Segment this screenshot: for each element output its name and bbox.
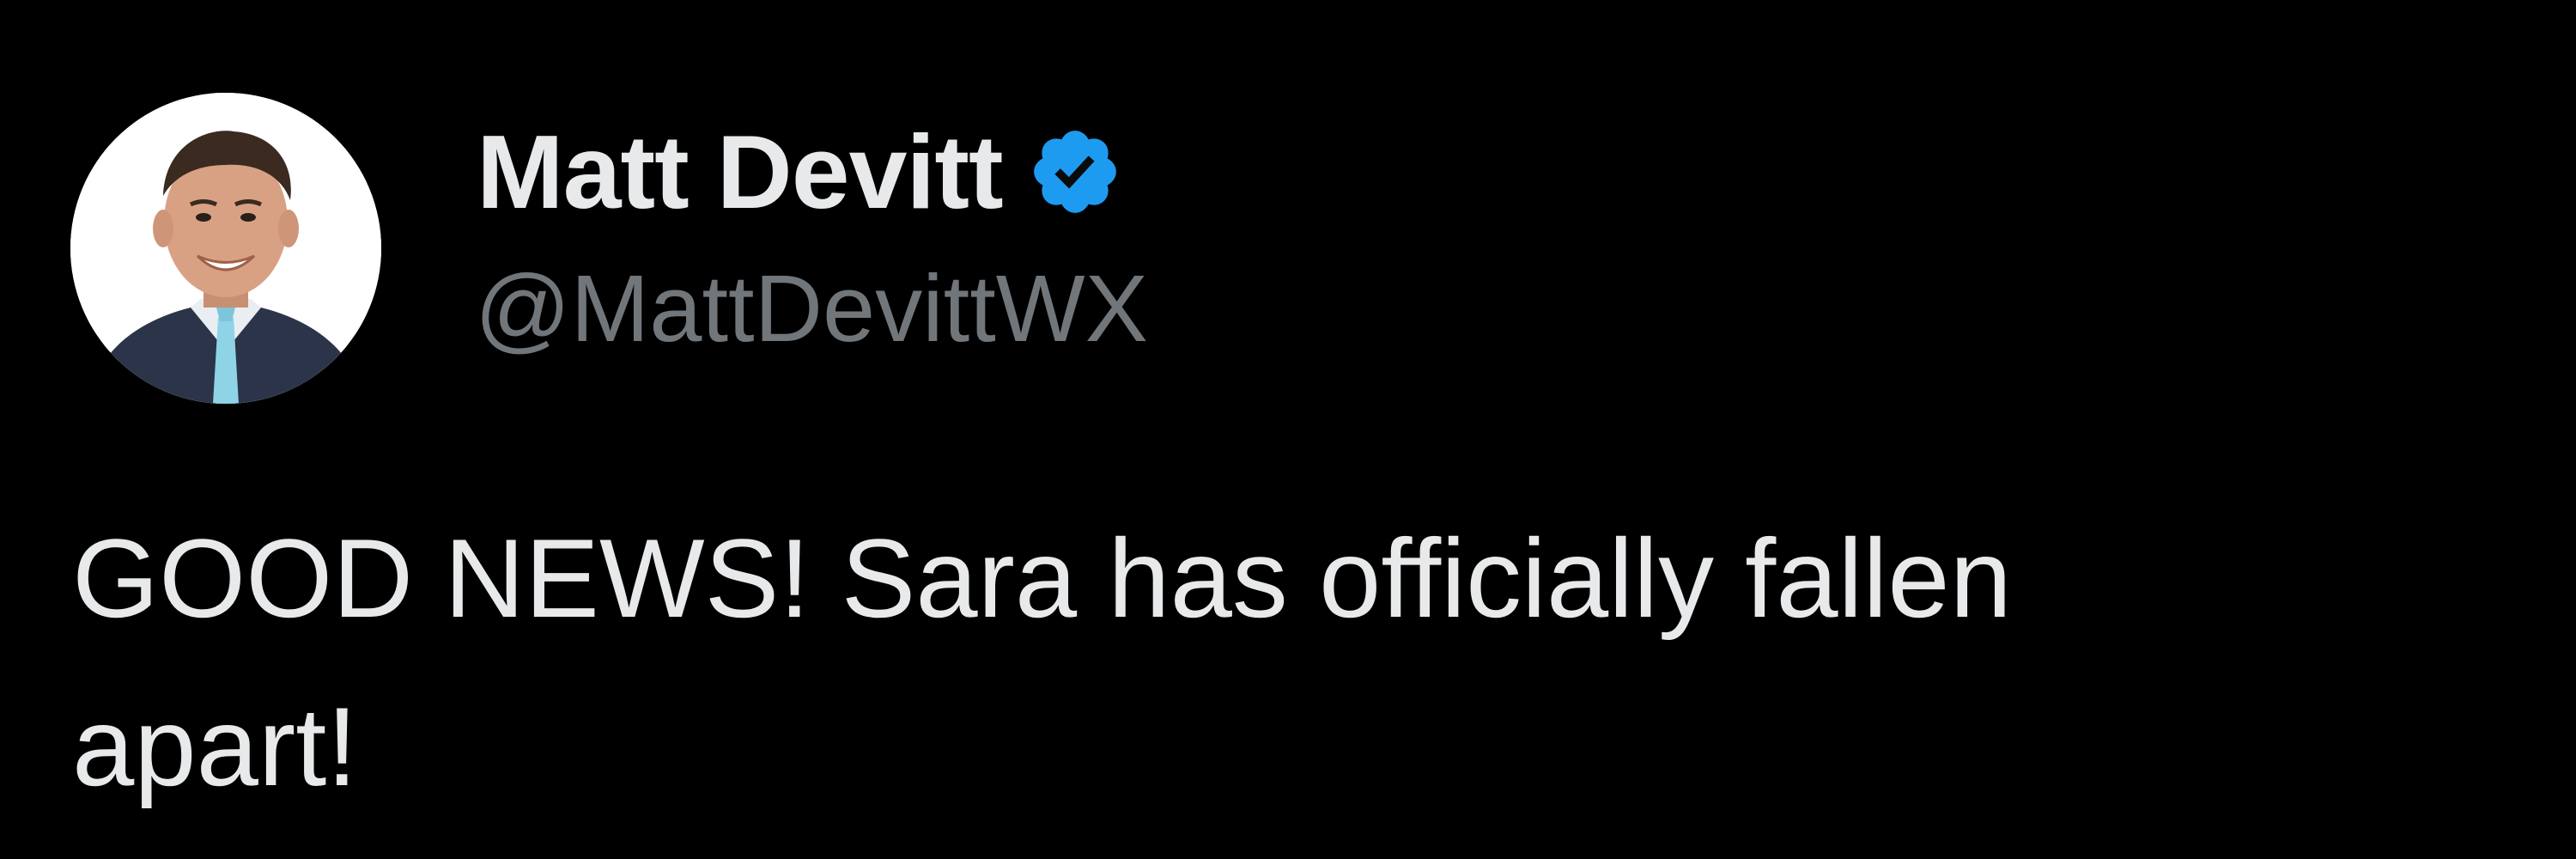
tweet-card: Matt Devitt @MattDevittWX GOOD NEWS! Sar… [0, 0, 2576, 859]
author-name-row: Matt Devitt [477, 116, 1123, 228]
verified-badge-icon[interactable] [1027, 124, 1123, 220]
tweet-text-line: GOOD NEWS! Sara has officially fallen [72, 515, 2012, 641]
display-name[interactable]: Matt Devitt [477, 116, 1004, 228]
avatar-image [70, 93, 381, 404]
tweet-text: GOOD NEWS! Sara has officially fallen ap… [72, 494, 2545, 831]
author-handle[interactable]: @MattDevittWX [475, 253, 1148, 365]
tweet-text-line: apart! [72, 684, 358, 809]
avatar[interactable] [70, 93, 381, 404]
